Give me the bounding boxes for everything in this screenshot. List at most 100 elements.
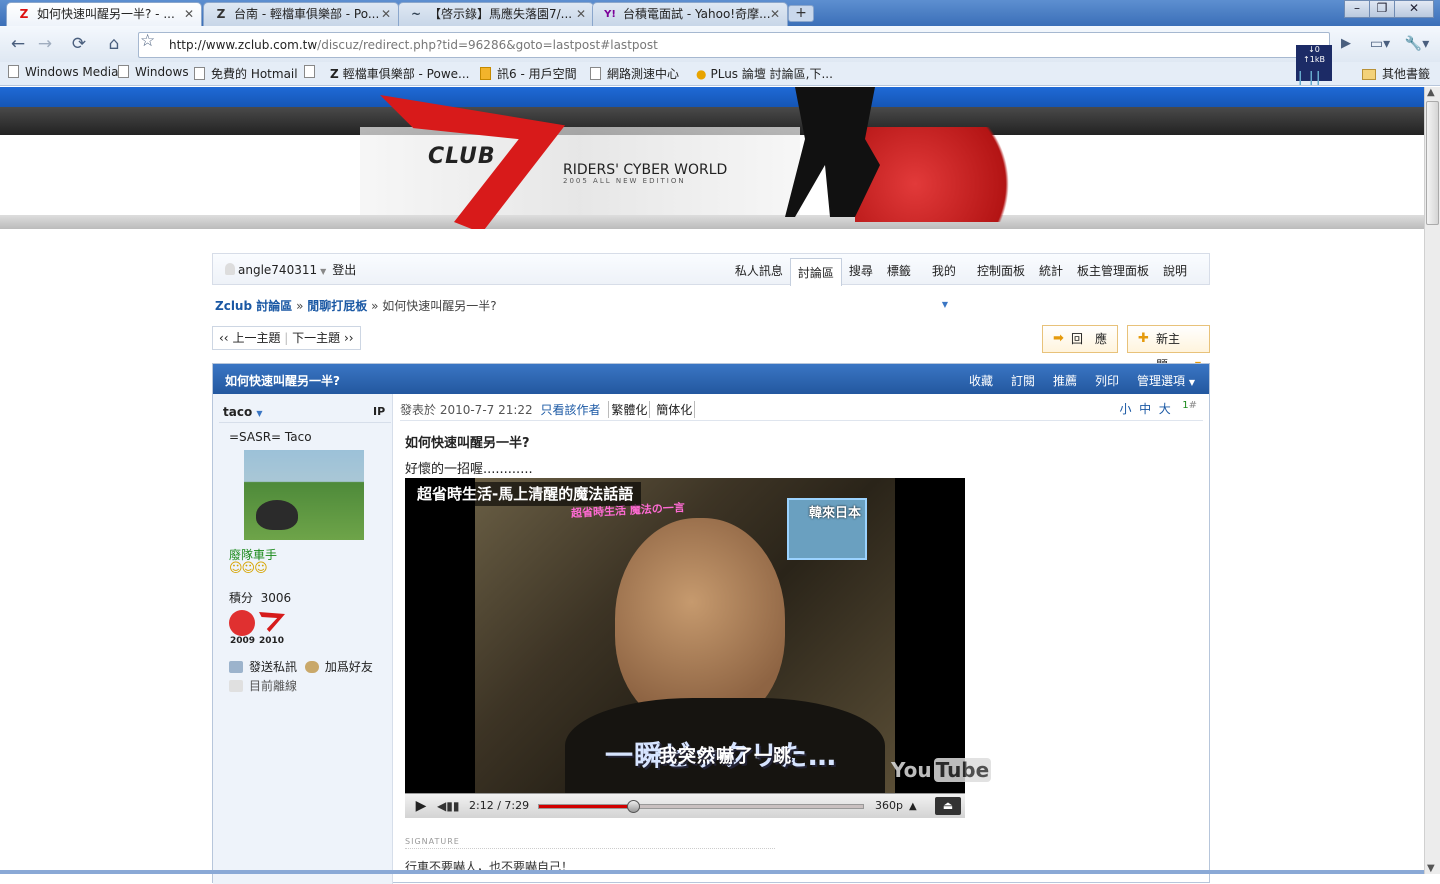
next-topic-link[interactable]: 下一主題 (292, 331, 340, 345)
scroll-up-icon[interactable]: ▲ (1427, 87, 1435, 98)
medal-year-2: 2010 (259, 636, 285, 646)
menu-mine[interactable]: 我的 ▼ (918, 254, 970, 309)
go-icon[interactable]: ▶ (1334, 33, 1358, 55)
page-scrollbar[interactable]: ▲ ▼ (1424, 87, 1440, 874)
bookmark-blank[interactable] (304, 65, 321, 79)
video-title[interactable]: 超省時生活-馬上清醒的魔法話語 (409, 482, 642, 506)
home-icon[interactable]: ⌂ (102, 33, 126, 55)
video-subtitle-cn: 我突然嚇了一跳 (659, 746, 792, 767)
close-icon[interactable]: ✕ (770, 3, 780, 25)
youtube-logo[interactable]: You Tube (889, 758, 992, 782)
prev-topic-link[interactable]: 上一主題 (232, 331, 280, 345)
quality-selector[interactable]: 360p ▲ (875, 799, 917, 812)
menu-pm[interactable]: 私人訊息 (728, 254, 790, 286)
page-icon (194, 67, 205, 80)
address-bar[interactable]: http://www.zclub.com.tw/discuz/redirect.… (138, 32, 1330, 58)
menu-tags[interactable]: 標籤 (880, 254, 918, 286)
tab-2[interactable]: Z 台南 - 輕檔車俱樂部 - Po... ✕ (203, 2, 399, 26)
ip-link[interactable]: IP (373, 405, 385, 418)
menu-control-panel[interactable]: 控制面板 (970, 254, 1032, 286)
chevron-down-icon: ▼ (256, 409, 263, 418)
bookmark-windows[interactable]: Windows (118, 65, 189, 79)
username-link[interactable]: angle740311 (238, 263, 317, 277)
new-topic-button[interactable]: ✚新主題▼ (1127, 325, 1210, 372)
url-text[interactable]: http://www.zclub.com.tw/discuz/redirect.… (169, 38, 658, 52)
tab-3-label: 【啓示錄】馬應失落園7/... (429, 7, 573, 21)
youtube-player[interactable]: 超省時生活 魔法の一言 一瞬ビックリた… 我突然嚇了一跳 韓來日本 超省時生活-馬… (405, 478, 992, 818)
simplified-link[interactable]: 簡体化 (654, 401, 696, 418)
bookmark-xun6[interactable]: 訊6 - 用戶空間 (480, 65, 577, 82)
xun6-icon (480, 67, 491, 80)
video-progress-knob[interactable] (627, 800, 641, 813)
bookmark-star-icon[interactable]: ☆ (140, 31, 155, 51)
offline-user-icon (229, 680, 243, 692)
site-banner: CLUB RIDERS' CYBER WORLD 2005 ALL NEW ED… (0, 87, 1424, 229)
close-icon[interactable]: ✕ (184, 3, 194, 25)
tab-3[interactable]: ~ 【啓示錄】馬應失落園7/... ✕ (398, 2, 594, 26)
font-large[interactable]: 大 (1159, 402, 1171, 416)
avatar[interactable] (244, 450, 364, 540)
scroll-down-icon[interactable]: ▼ (1427, 863, 1435, 874)
traditional-link[interactable]: 繁體化 (608, 401, 651, 418)
top-menu: 私人訊息 討論區 搜尋 標籤 我的 ▼ 控制面板 統計 板主管理面板 說明 (728, 254, 1209, 309)
expand-icon[interactable]: ⏏ (935, 797, 961, 815)
author-score: 積分 3006 (229, 591, 292, 605)
font-medium[interactable]: 中 (1139, 402, 1151, 416)
add-friend-link[interactable]: 加爲好友 (304, 660, 373, 674)
bookmark-zclub[interactable]: Z 輕檔車俱樂部 - Powe... (330, 65, 469, 82)
breadcrumb-current: 如何快速叫醒另一半? (382, 299, 497, 313)
add-friend-icon (304, 661, 319, 673)
subscribe-link[interactable]: 訂閱 (1011, 372, 1035, 389)
author-actions: 發送私訊 加爲好友 (229, 658, 373, 675)
close-icon[interactable]: ✕ (576, 3, 586, 25)
forward-icon[interactable]: → (33, 33, 57, 55)
breadcrumb-forum[interactable]: 閒聊打屁板 (307, 299, 367, 313)
plus-icon: ✚ (1138, 331, 1149, 346)
chevron-down-icon[interactable]: ▼ (320, 267, 326, 276)
new-tab-button[interactable]: + (788, 5, 814, 22)
only-author-link[interactable]: 只看該作者 (541, 403, 601, 417)
font-small[interactable]: 小 (1119, 402, 1131, 416)
play-icon[interactable]: ▶ (411, 797, 431, 815)
volume-icon[interactable]: ◀▮▮ (437, 797, 461, 815)
tab-4-label: 台積電面試 - Yahoo!奇摩... (623, 7, 771, 21)
bookmark-speedtest[interactable]: 網路測速中心 (590, 65, 679, 82)
floor-number[interactable]: 1# (1182, 400, 1197, 411)
back-icon[interactable]: ← (6, 33, 30, 55)
maximize-button[interactable]: ❐ (1369, 0, 1395, 18)
close-window-button[interactable]: ✕ (1394, 0, 1434, 18)
tab-4[interactable]: Y! 台積電面試 - Yahoo!奇摩... ✕ (592, 2, 788, 26)
menu-search[interactable]: 搜尋 (842, 254, 880, 286)
tab-1[interactable]: Z 如何快速叫醒另一半? - ... ✕ (6, 2, 202, 26)
wrench-icon[interactable]: 🔧▾ (1402, 33, 1432, 55)
reload-icon[interactable]: ⟳ (67, 33, 91, 55)
tab-2-label: 台南 - 輕檔車俱樂部 - Po... (234, 7, 380, 21)
manage-options[interactable]: 管理選項 ▼ (1137, 372, 1195, 389)
user-icon (225, 263, 235, 275)
menu-help[interactable]: 說明 (1156, 254, 1209, 286)
thread-header: 如何快速叫醒另一半? 收藏 訂閱 推薦 列印 管理選項 ▼ (213, 364, 1209, 394)
print-link[interactable]: 列印 (1095, 372, 1119, 389)
bookmark-hotmail[interactable]: 免費的 Hotmail (194, 65, 298, 82)
menu-forum[interactable]: 討論區 (789, 258, 842, 286)
menu-stats[interactable]: 統計 (1032, 254, 1070, 286)
favorite-link[interactable]: 收藏 (969, 372, 993, 389)
author-name[interactable]: taco ▼ (223, 405, 263, 419)
logout-link[interactable]: 登出 (332, 263, 356, 277)
bookmark-other[interactable]: 其他書籤 (1362, 65, 1430, 82)
thread-title: 如何快速叫醒另一半? (225, 374, 340, 388)
breadcrumb-root[interactable]: Zclub 討論區 (215, 299, 292, 313)
post: 發表於 2010-7-7 21:22 只看該作者 繁體化 簡体化 小 中 大 1… (394, 394, 1209, 884)
send-pm-link[interactable]: 發送私訊 (229, 660, 297, 674)
video-progress-bar[interactable] (538, 800, 864, 813)
page-icon (8, 65, 19, 78)
recommend-link[interactable]: 推薦 (1053, 372, 1077, 389)
minimize-button[interactable]: – (1344, 0, 1370, 18)
bookmark-plus-forum[interactable]: ● PLus 論壇 討論區,下... (696, 65, 833, 82)
close-icon[interactable]: ✕ (381, 3, 391, 25)
reply-button[interactable]: ➡ 回 應 (1042, 325, 1119, 353)
menu-mod-panel[interactable]: 板主管理面板 (1070, 254, 1156, 286)
page-menu-icon[interactable]: ▭▾ (1366, 33, 1394, 55)
bookmark-windows-media[interactable]: Windows Media (8, 65, 118, 79)
scroll-thumb[interactable] (1426, 101, 1439, 225)
